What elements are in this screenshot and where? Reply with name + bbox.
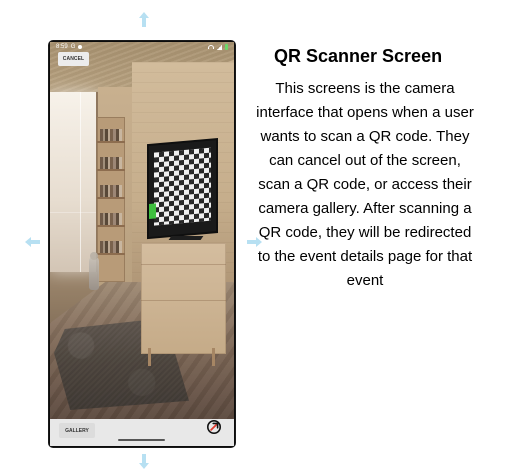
cabinet-leg (148, 348, 151, 366)
status-left: 8:59 G (56, 44, 83, 50)
status-right (208, 44, 228, 50)
cancel-button[interactable]: CANCEL (58, 52, 89, 66)
shelf (97, 253, 125, 255)
cabinet-leg (212, 348, 215, 366)
window-frame (50, 92, 98, 272)
cabinet-line (141, 264, 226, 265)
status-time: 8:59 (56, 44, 68, 50)
status-extra: G (70, 44, 76, 50)
camera-preview (50, 42, 234, 419)
status-bar: 8:59 G (50, 42, 234, 52)
scan-button[interactable] (206, 419, 222, 435)
notification-icon (78, 45, 83, 49)
panel-description: This screens is the camera interface tha… (256, 80, 474, 289)
shelf (97, 197, 125, 199)
bookshelf (97, 117, 125, 282)
camera-screen: 8:59 G CANCEL (50, 42, 234, 419)
wifi-icon (208, 45, 214, 49)
qr-pattern (154, 147, 211, 226)
shelf (97, 169, 125, 171)
shelf (97, 141, 125, 143)
books-row (100, 213, 122, 225)
bottom-controls-bar: GALLERY (50, 419, 234, 446)
shelf (97, 225, 125, 227)
arrow-left-icon (22, 231, 44, 253)
arrow-up-icon (133, 9, 155, 31)
books-row (100, 185, 122, 197)
battery-icon (225, 44, 228, 50)
phone-mockup: 8:59 G CANCEL GALLERY (49, 41, 235, 447)
books-row (100, 241, 122, 253)
tv-stand (168, 236, 204, 240)
qr-scan-icon (207, 420, 221, 434)
panel-title: QR Scanner Screen (274, 46, 443, 66)
navigation-handle (118, 439, 165, 441)
books-row (100, 129, 122, 141)
tv-green-marker (149, 203, 156, 219)
cat (89, 252, 99, 290)
books-row (100, 157, 122, 169)
arrow-down-icon (133, 450, 155, 472)
gallery-button[interactable]: GALLERY (59, 423, 95, 438)
signal-icon (217, 44, 222, 50)
tv-screen (149, 140, 216, 237)
cabinet-line (141, 300, 226, 301)
tv-cabinet (141, 243, 226, 354)
